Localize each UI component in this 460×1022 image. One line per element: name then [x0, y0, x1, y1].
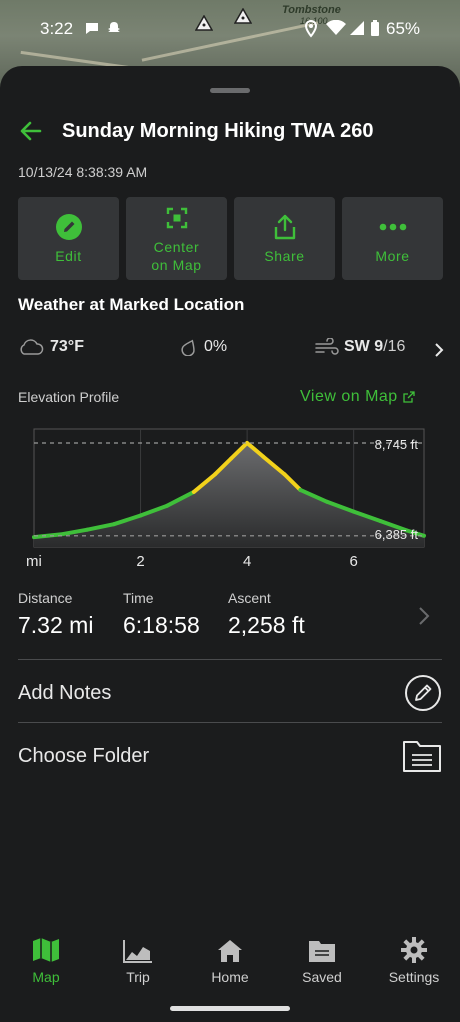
- back-arrow-icon[interactable]: [18, 118, 44, 144]
- time-label: Time: [123, 590, 154, 606]
- temperature-value: 73°F: [50, 338, 84, 355]
- saved-folder-icon: [309, 941, 335, 962]
- x-tick-label: 4: [243, 553, 251, 570]
- min-elevation-label: 6,385 ft: [375, 527, 419, 542]
- status-time: 3:22: [40, 19, 74, 38]
- divider: [18, 659, 442, 660]
- view-on-map-link[interactable]: View on Map: [300, 388, 415, 406]
- center-on-map-button[interactable]: Center on Map: [126, 197, 227, 280]
- peak-marker-icon: [195, 15, 213, 31]
- gear-icon: [401, 937, 427, 963]
- choose-folder-row[interactable]: Choose Folder: [18, 731, 442, 781]
- distance-label: Distance: [18, 590, 73, 606]
- x-tick-label: 6: [350, 553, 358, 570]
- pencil-icon: [55, 213, 82, 240]
- page-title: Sunday Morning Hiking TWA 260: [62, 119, 374, 142]
- nav-settings-label: Settings: [388, 969, 440, 985]
- distance-stat: Distance 7.32 mi: [18, 590, 93, 639]
- precipitation-cell: 0%: [180, 338, 227, 356]
- wind-cell: SW 9 /16: [314, 338, 405, 356]
- track-stats[interactable]: Distance 7.32 mi Time 6:18:58 Ascent 2,2…: [18, 590, 442, 642]
- snapchat-notification-icon: [108, 22, 120, 32]
- x-axis-ticks: 2 4 6: [136, 553, 357, 570]
- edit-label: Edit: [55, 247, 82, 264]
- more-button[interactable]: More: [342, 197, 443, 280]
- ascent-value: 2,258 ft: [228, 612, 305, 638]
- map-icon: [33, 938, 59, 962]
- precipitation-value: 0%: [204, 338, 228, 355]
- add-notes-row[interactable]: Add Notes: [18, 668, 442, 718]
- location-icon: [304, 20, 318, 38]
- wind-icon: [315, 338, 339, 355]
- nav-home[interactable]: Home: [184, 935, 276, 995]
- add-notes-label: Add Notes: [18, 681, 112, 704]
- chat-notification-icon: [86, 23, 98, 34]
- choose-folder-label: Choose Folder: [18, 744, 150, 767]
- trip-chart-icon: [123, 940, 152, 963]
- battery-icon: [371, 20, 379, 36]
- time-stat: Time 6:18:58: [123, 590, 200, 639]
- sheet-drag-handle[interactable]: [210, 88, 250, 93]
- ascent-stat: Ascent 2,258 ft: [228, 590, 305, 639]
- chevron-right-icon[interactable]: [434, 342, 444, 358]
- share-icon: [274, 214, 295, 239]
- status-bar: 3:22 65%: [0, 0, 460, 56]
- stats-chevron-right-icon[interactable]: [418, 606, 430, 626]
- elevation-profile-label: Elevation Profile: [18, 389, 120, 405]
- wind-gust: /16: [383, 338, 406, 355]
- ascent-label: Ascent: [228, 590, 271, 606]
- share-button[interactable]: Share: [234, 197, 335, 280]
- wifi-icon: [326, 20, 346, 35]
- x-axis-unit: mi: [26, 553, 42, 570]
- home-gesture-bar[interactable]: [170, 1006, 290, 1011]
- signal-icon: [350, 21, 364, 35]
- weather-section-title: Weather at Marked Location: [18, 295, 245, 314]
- edit-button[interactable]: Edit: [18, 197, 119, 280]
- nav-map[interactable]: Map: [0, 935, 92, 995]
- bottom-navigation: Map Trip Home Saved Settings: [0, 935, 460, 995]
- share-label: Share: [264, 247, 305, 264]
- home-icon: [218, 940, 242, 962]
- nav-trip[interactable]: Trip: [92, 935, 184, 995]
- time-value: 6:18:58: [123, 612, 200, 638]
- more-dots-icon: [379, 223, 406, 230]
- nav-saved-label: Saved: [302, 969, 342, 985]
- nav-saved[interactable]: Saved: [276, 935, 368, 995]
- x-tick-label: 2: [136, 553, 144, 570]
- battery-percent: 65%: [386, 19, 421, 38]
- temperature-cell: 73°F: [18, 338, 84, 356]
- nav-trip-label: Trip: [126, 969, 150, 985]
- nav-settings[interactable]: Settings: [368, 935, 460, 995]
- divider: [18, 722, 442, 723]
- more-label: More: [375, 247, 410, 264]
- sheet-header: Sunday Morning Hiking TWA 260: [18, 116, 374, 146]
- center-focus-icon: [166, 207, 187, 228]
- edit-notes-icon[interactable]: [404, 674, 442, 712]
- distance-value: 7.32 mi: [18, 612, 94, 638]
- center-on-map-label: Center on Map: [151, 238, 202, 273]
- view-on-map-label: View on Map: [300, 388, 398, 405]
- recorded-timestamp: 10/13/24 8:38:39 AM: [18, 164, 148, 180]
- nav-map-label: Map: [32, 969, 60, 985]
- peak-marker-icon-2: [234, 8, 252, 24]
- max-elevation-label: 8,745 ft: [375, 437, 419, 452]
- cloud-icon: [20, 339, 44, 355]
- wind-speed: SW 9: [344, 338, 384, 355]
- nav-home-label: Home: [211, 969, 249, 985]
- external-link-icon: [403, 391, 415, 403]
- elevation-chart[interactable]: 8,745 ft 6,385 ft mi 2 4 6: [18, 425, 442, 573]
- action-bar: Edit Center on Map Share More: [18, 197, 443, 280]
- precipitation-drop-icon: [181, 339, 195, 356]
- folder-icon[interactable]: [402, 739, 442, 773]
- weather-summary[interactable]: 73°F 0% SW 9 /16: [18, 338, 444, 362]
